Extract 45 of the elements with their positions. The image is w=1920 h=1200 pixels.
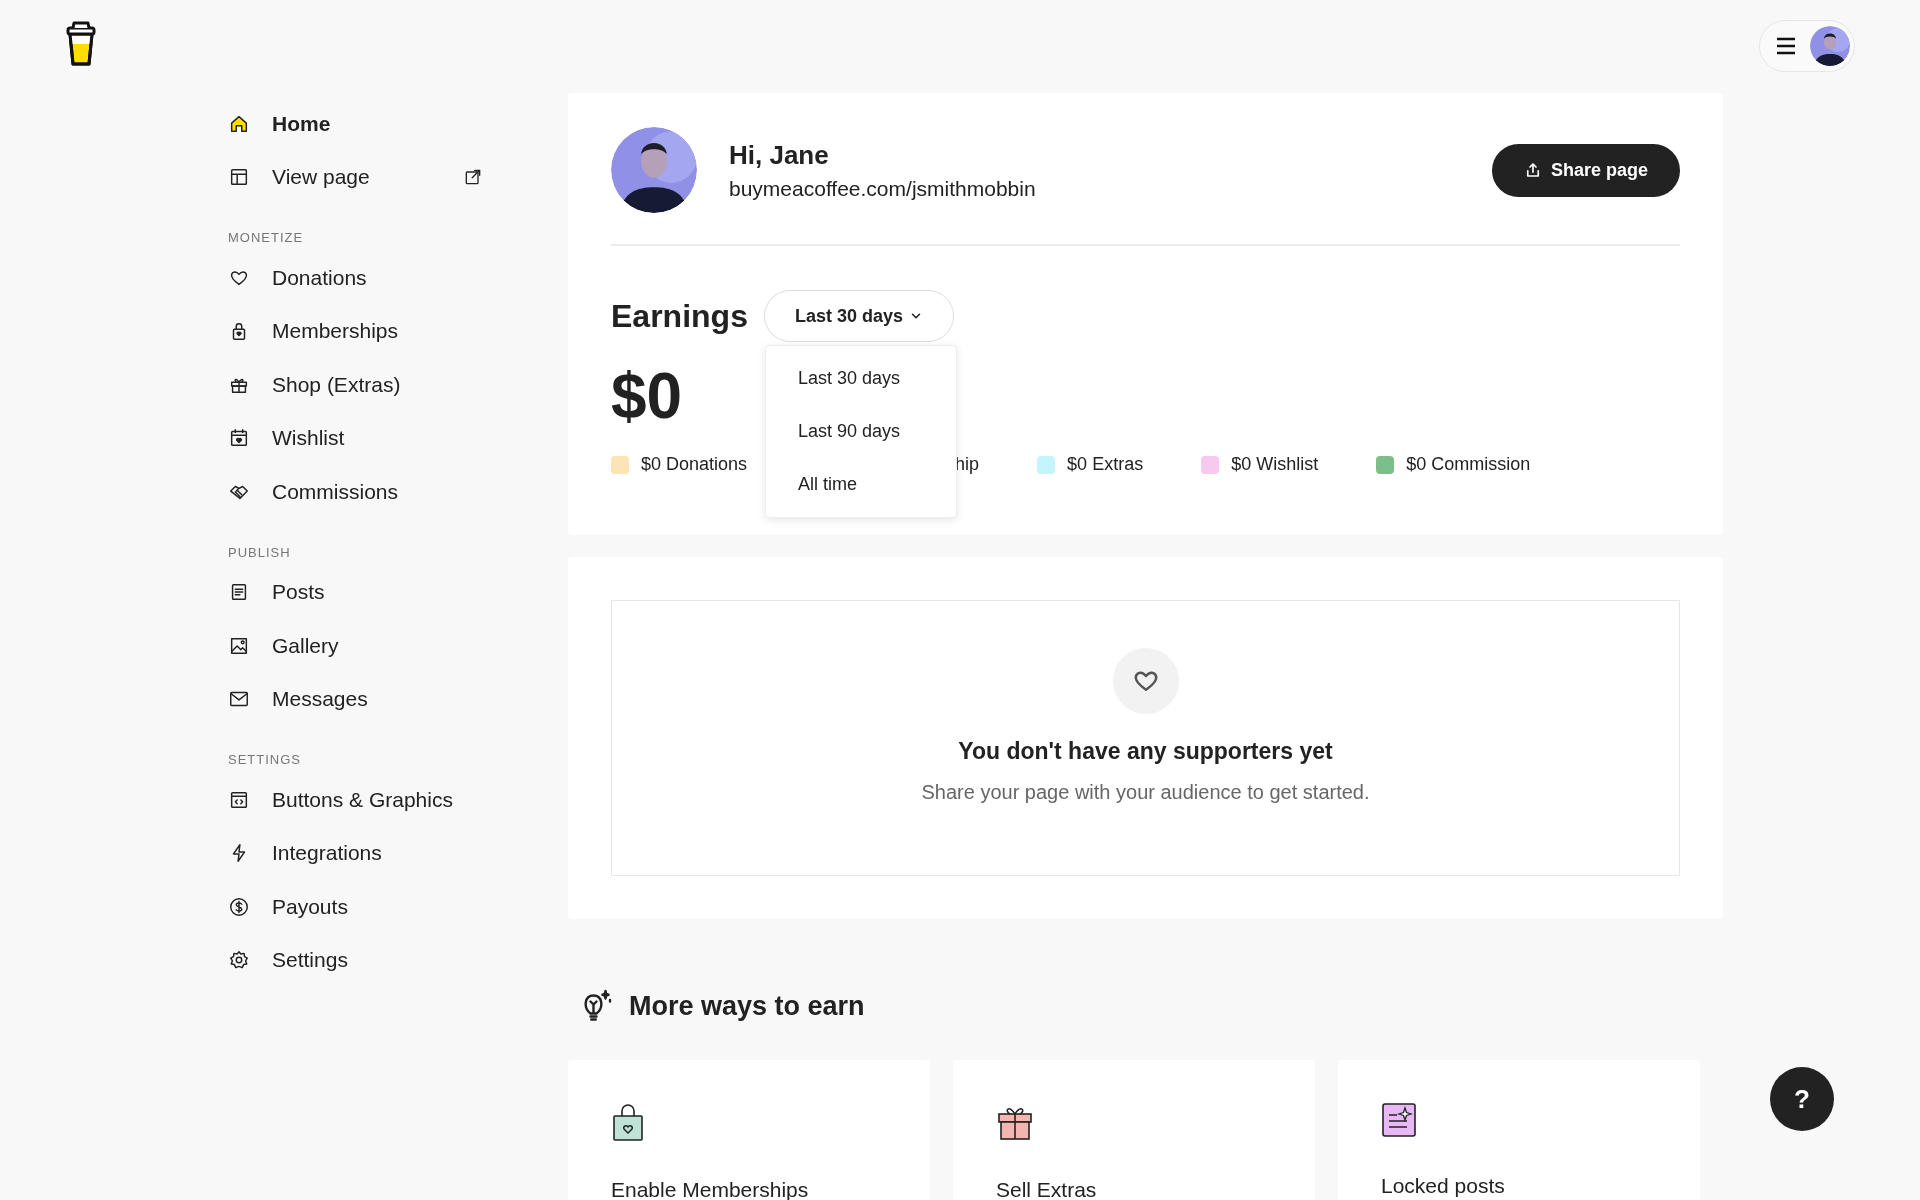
sidebar-item[interactable]: Wishlist (228, 411, 483, 465)
sidebar-item[interactable]: Settings (228, 933, 483, 987)
section-label: PUBLISH (228, 544, 292, 560)
menu-option[interactable]: Last 30 days (765, 352, 956, 405)
feature-title: Locked posts (1381, 1174, 1506, 1198)
sidebar-item[interactable]: Memberships (228, 304, 483, 358)
sidebar-item[interactable]: Buttons & Graphics (228, 773, 483, 827)
empty-state-text: Share your page with your audience to get started. (921, 781, 1370, 804)
greeting: Hi, Jane (729, 139, 830, 171)
avatar (1810, 26, 1850, 66)
document-sparkle-icon (1381, 1102, 1417, 1138)
sidebar-item[interactable]: Posts (228, 565, 483, 619)
sidebar-item[interactable]: Messages (228, 672, 483, 726)
menu-icon (1776, 37, 1796, 55)
share-page-button[interactable]: Share page (1491, 143, 1680, 197)
section-label: MONETIZE (228, 230, 305, 245)
legend-label: $0 Commission (1406, 454, 1531, 475)
sidebar-item[interactable]: Payouts (228, 880, 483, 934)
feature-card[interactable]: Sell Extras (953, 1060, 1315, 1200)
empty-state-title: You don't have any supporters yet (958, 738, 1333, 765)
menu-option[interactable]: All time (765, 458, 956, 511)
page-url: buymeacoffee.com/jsmithmobbin (729, 176, 1037, 201)
shopping-bag-icon (611, 1102, 645, 1142)
account-menu-button[interactable] (1759, 20, 1855, 72)
legend-label: $0 Donations (641, 454, 748, 475)
legend-label: $0 Extras (1067, 454, 1144, 475)
sidebar-item[interactable]: Integrations (228, 826, 483, 880)
sidebar-item[interactable]: Commissions (228, 465, 483, 519)
period-dropdown[interactable]: Last 30 days (763, 290, 954, 342)
section-label: SETTINGS (228, 752, 302, 767)
feature-title: Sell Extras (996, 1178, 1098, 1200)
logo-icon[interactable] (65, 20, 97, 68)
sidebar-item[interactable]: View page (228, 150, 483, 204)
sidebar-item[interactable]: Donations (228, 251, 483, 305)
sidebar-item[interactable]: Shop (Extras) (228, 358, 483, 412)
sidebar-item[interactable]: Gallery (228, 619, 483, 673)
dollar-icon (228, 895, 250, 918)
section-title: More ways to earn (629, 990, 865, 1022)
help-button[interactable]: ? (1770, 1067, 1834, 1131)
menu-option[interactable]: Last 90 days (765, 405, 956, 458)
sidebar-item[interactable]: Home (228, 97, 483, 151)
earnings-total: $0 (611, 364, 683, 428)
legend-label: $0 Wishlist (1231, 454, 1319, 475)
section-title: Earnings (611, 297, 748, 335)
feature-card[interactable]: Locked posts (1338, 1060, 1700, 1200)
